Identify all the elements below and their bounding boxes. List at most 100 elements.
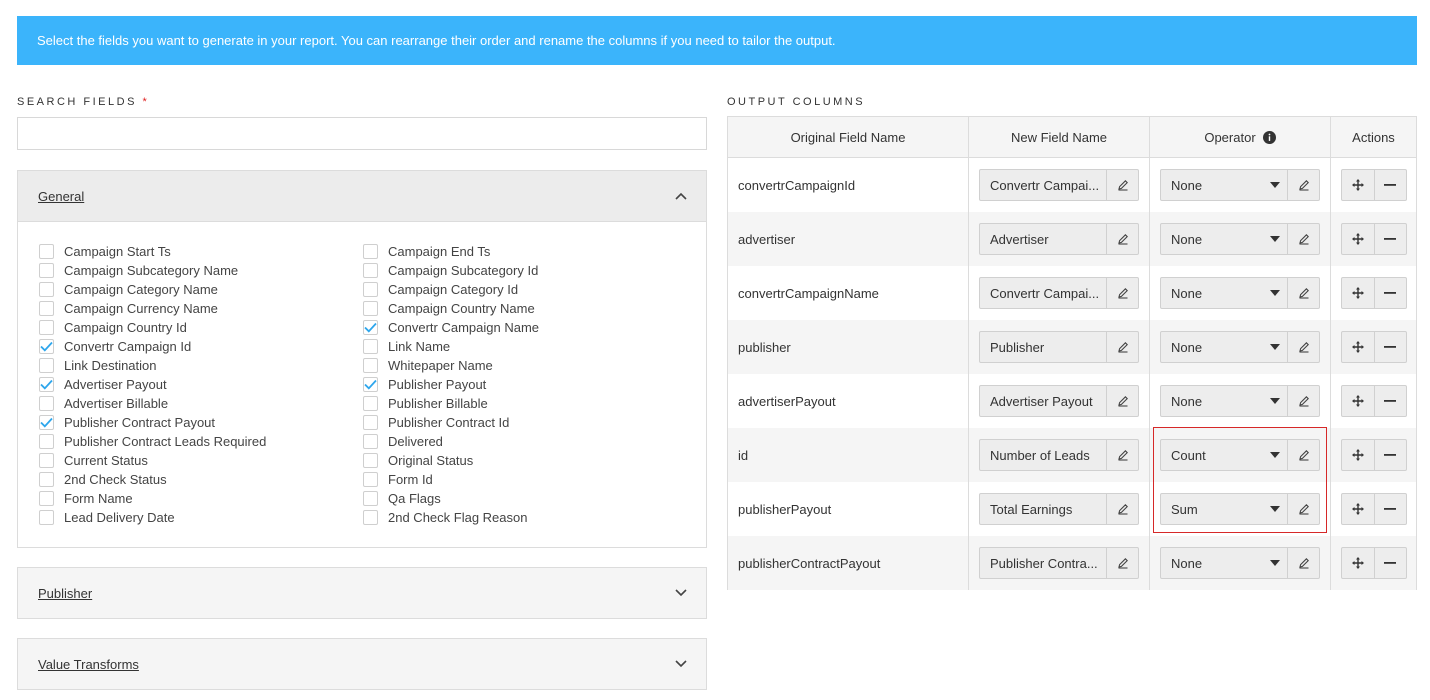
operator-select[interactable]: Sum bbox=[1160, 493, 1320, 525]
new-field-name-value[interactable]: Number of Leads bbox=[980, 440, 1106, 470]
field-option[interactable]: Form Id bbox=[363, 470, 683, 489]
checkbox-checked[interactable] bbox=[363, 320, 378, 335]
operator-value[interactable]: None bbox=[1161, 386, 1263, 416]
new-field-name-value[interactable]: Total Earnings bbox=[980, 494, 1106, 524]
field-option[interactable]: Lead Delivery Date bbox=[39, 508, 359, 527]
field-option[interactable]: Publisher Contract Payout bbox=[39, 413, 359, 432]
new-field-name-value[interactable]: Publisher bbox=[980, 332, 1106, 362]
field-option[interactable]: Advertiser Billable bbox=[39, 394, 359, 413]
field-option[interactable]: Advertiser Payout bbox=[39, 375, 359, 394]
operator-select[interactable]: None bbox=[1160, 385, 1320, 417]
operator-select[interactable]: None bbox=[1160, 331, 1320, 363]
field-option[interactable]: Campaign Country Name bbox=[363, 299, 683, 318]
checkbox[interactable] bbox=[39, 358, 54, 373]
field-option[interactable]: Campaign Currency Name bbox=[39, 299, 359, 318]
checkbox[interactable] bbox=[363, 244, 378, 259]
pencil-icon[interactable] bbox=[1287, 332, 1319, 362]
new-field-name-value[interactable]: Convertr Campai... bbox=[980, 170, 1106, 200]
field-option[interactable]: Qa Flags bbox=[363, 489, 683, 508]
operator-select[interactable]: None bbox=[1160, 169, 1320, 201]
checkbox[interactable] bbox=[39, 320, 54, 335]
checkbox-checked[interactable] bbox=[39, 339, 54, 354]
search-fields-input[interactable] bbox=[17, 117, 707, 150]
caret-down-icon[interactable] bbox=[1263, 494, 1287, 524]
checkbox[interactable] bbox=[363, 396, 378, 411]
pencil-icon[interactable] bbox=[1106, 278, 1138, 308]
panel-publisher-header[interactable]: Publisher bbox=[18, 568, 706, 618]
operator-select[interactable]: None bbox=[1160, 223, 1320, 255]
pencil-icon[interactable] bbox=[1287, 386, 1319, 416]
pencil-icon[interactable] bbox=[1287, 494, 1319, 524]
operator-value[interactable]: None bbox=[1161, 278, 1263, 308]
chevron-down-icon[interactable] bbox=[674, 586, 688, 600]
pencil-icon[interactable] bbox=[1287, 170, 1319, 200]
move-icon[interactable] bbox=[1342, 494, 1374, 524]
field-option[interactable]: Publisher Payout bbox=[363, 375, 683, 394]
move-icon[interactable] bbox=[1342, 386, 1374, 416]
field-option[interactable]: Publisher Contract Id bbox=[363, 413, 683, 432]
checkbox[interactable] bbox=[39, 434, 54, 449]
chevron-down-icon[interactable] bbox=[674, 657, 688, 671]
move-icon[interactable] bbox=[1342, 224, 1374, 254]
field-option[interactable]: Campaign Subcategory Id bbox=[363, 261, 683, 280]
field-option[interactable]: Campaign End Ts bbox=[363, 242, 683, 261]
move-icon[interactable] bbox=[1342, 332, 1374, 362]
checkbox[interactable] bbox=[39, 396, 54, 411]
panel-value-transforms-header[interactable]: Value Transforms bbox=[18, 639, 706, 689]
operator-value[interactable]: None bbox=[1161, 332, 1263, 362]
checkbox[interactable] bbox=[363, 453, 378, 468]
operator-select[interactable]: Count bbox=[1160, 439, 1320, 471]
move-icon[interactable] bbox=[1342, 548, 1374, 578]
field-option[interactable]: 2nd Check Flag Reason bbox=[363, 508, 683, 527]
checkbox[interactable] bbox=[39, 244, 54, 259]
checkbox[interactable] bbox=[363, 434, 378, 449]
checkbox[interactable] bbox=[363, 301, 378, 316]
remove-icon[interactable] bbox=[1373, 332, 1406, 362]
pencil-icon[interactable] bbox=[1287, 278, 1319, 308]
checkbox[interactable] bbox=[363, 282, 378, 297]
operator-value[interactable]: None bbox=[1161, 224, 1263, 254]
operator-value[interactable]: Sum bbox=[1161, 494, 1263, 524]
caret-down-icon[interactable] bbox=[1263, 440, 1287, 470]
field-option[interactable]: Form Name bbox=[39, 489, 359, 508]
checkbox[interactable] bbox=[39, 453, 54, 468]
field-option[interactable]: Link Destination bbox=[39, 356, 359, 375]
checkbox[interactable] bbox=[39, 472, 54, 487]
pencil-icon[interactable] bbox=[1106, 386, 1138, 416]
field-option[interactable]: Publisher Billable bbox=[363, 394, 683, 413]
caret-down-icon[interactable] bbox=[1263, 170, 1287, 200]
field-option[interactable]: 2nd Check Status bbox=[39, 470, 359, 489]
checkbox[interactable] bbox=[363, 415, 378, 430]
caret-down-icon[interactable] bbox=[1263, 332, 1287, 362]
operator-select[interactable]: None bbox=[1160, 547, 1320, 579]
remove-icon[interactable] bbox=[1373, 170, 1406, 200]
checkbox-checked[interactable] bbox=[39, 377, 54, 392]
caret-down-icon[interactable] bbox=[1263, 386, 1287, 416]
remove-icon[interactable] bbox=[1373, 548, 1406, 578]
checkbox[interactable] bbox=[363, 339, 378, 354]
new-field-name-value[interactable]: Publisher Contra... bbox=[980, 548, 1106, 578]
field-option[interactable]: Campaign Subcategory Name bbox=[39, 261, 359, 280]
info-icon[interactable] bbox=[1262, 130, 1276, 144]
checkbox[interactable] bbox=[39, 282, 54, 297]
field-option[interactable]: Original Status bbox=[363, 451, 683, 470]
operator-select[interactable]: None bbox=[1160, 277, 1320, 309]
pencil-icon[interactable] bbox=[1287, 224, 1319, 254]
new-field-name-value[interactable]: Advertiser bbox=[980, 224, 1106, 254]
checkbox[interactable] bbox=[39, 301, 54, 316]
operator-value[interactable]: None bbox=[1161, 548, 1263, 578]
field-option[interactable]: Campaign Category Id bbox=[363, 280, 683, 299]
field-option[interactable]: Link Name bbox=[363, 337, 683, 356]
remove-icon[interactable] bbox=[1373, 386, 1406, 416]
caret-down-icon[interactable] bbox=[1263, 548, 1287, 578]
pencil-icon[interactable] bbox=[1106, 494, 1138, 524]
field-option[interactable]: Delivered bbox=[363, 432, 683, 451]
checkbox[interactable] bbox=[363, 472, 378, 487]
field-option[interactable]: Convertr Campaign Name bbox=[363, 318, 683, 337]
checkbox-checked[interactable] bbox=[39, 415, 54, 430]
remove-icon[interactable] bbox=[1373, 494, 1406, 524]
field-option[interactable]: Campaign Country Id bbox=[39, 318, 359, 337]
checkbox[interactable] bbox=[363, 358, 378, 373]
pencil-icon[interactable] bbox=[1287, 548, 1319, 578]
operator-value[interactable]: Count bbox=[1161, 440, 1263, 470]
